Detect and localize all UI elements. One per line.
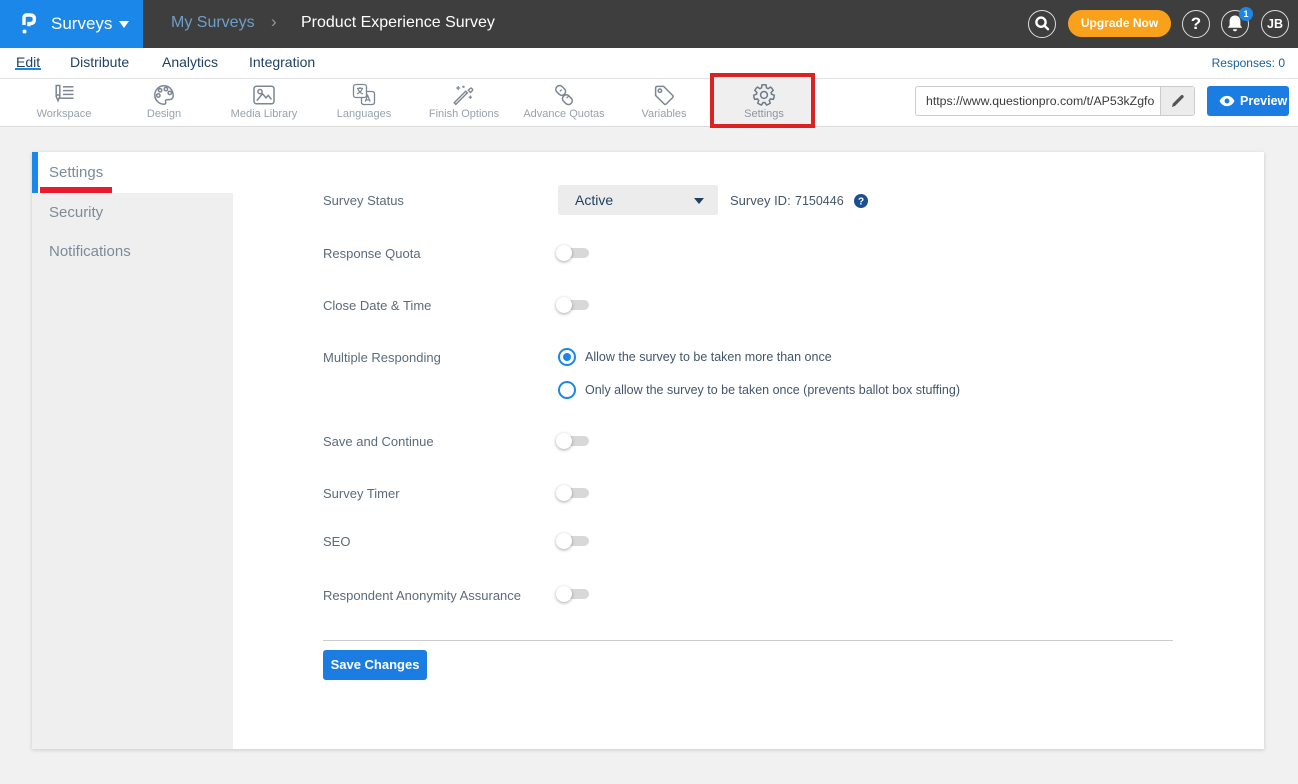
svg-text:?: ? xyxy=(858,196,864,207)
